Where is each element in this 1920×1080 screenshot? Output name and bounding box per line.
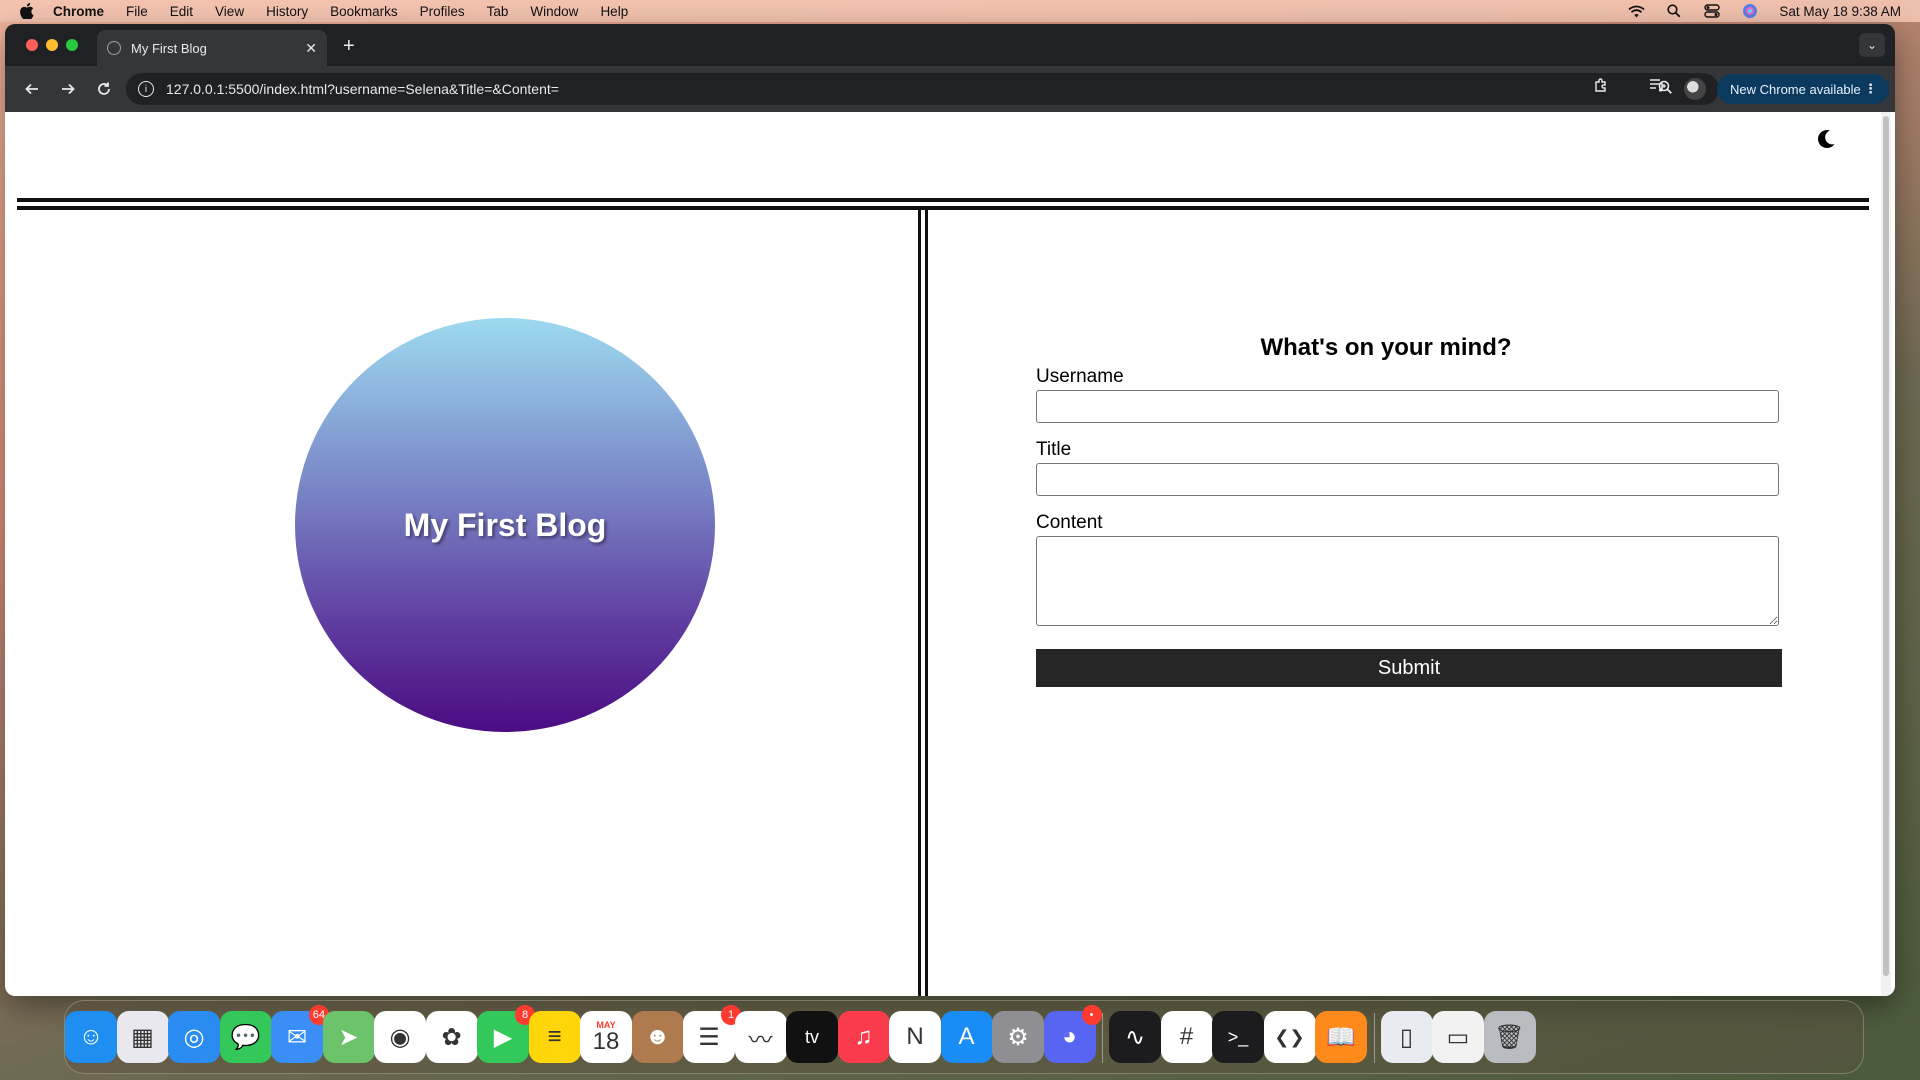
- wifi-icon[interactable]: [1627, 4, 1645, 18]
- siri-icon[interactable]: [1741, 4, 1759, 18]
- reload-icon[interactable]: [89, 74, 119, 104]
- maps-icon[interactable]: ➤: [322, 1011, 375, 1063]
- messages-icon[interactable]: 💬: [219, 1011, 272, 1063]
- dock-separator: [1102, 1013, 1103, 1063]
- menu-edit[interactable]: Edit: [170, 4, 193, 19]
- extensions-puzzle-icon[interactable]: [1593, 78, 1609, 99]
- forward-arrow-icon[interactable]: [53, 74, 83, 104]
- menu-window[interactable]: Window: [530, 4, 578, 19]
- form-heading: What's on your mind?: [1260, 334, 1512, 361]
- browser-toolbar: i 127.0.0.1:5500/index.html?username=Sel…: [5, 66, 1895, 112]
- terminal-icon[interactable]: >_: [1212, 1011, 1264, 1063]
- safari-icon[interactable]: ◎: [168, 1011, 220, 1063]
- document-icon[interactable]: ▯: [1380, 1011, 1433, 1063]
- menu-app-name[interactable]: Chrome: [53, 4, 104, 19]
- title-input[interactable]: [1036, 463, 1779, 496]
- scrollbar-thumb[interactable]: [1883, 116, 1889, 976]
- profile-avatar-icon[interactable]: [1684, 78, 1706, 100]
- username-label: Username: [1036, 366, 1124, 387]
- calendar-day: 18: [592, 1028, 620, 1055]
- dark-mode-moon-icon[interactable]: [1815, 128, 1837, 150]
- window-controls: [26, 39, 78, 51]
- hero-title: My First Blog: [403, 506, 607, 543]
- globe-favicon-icon: [107, 41, 121, 55]
- launchpad-icon[interactable]: ▦: [116, 1011, 169, 1063]
- content-textarea[interactable]: [1036, 536, 1779, 626]
- appstore-icon[interactable]: A: [940, 1011, 993, 1063]
- more-menu-kebab-icon[interactable]: ⋮: [1864, 81, 1877, 97]
- tv-icon[interactable]: tv: [786, 1011, 838, 1063]
- mail-icon[interactable]: ✉ 64: [271, 1005, 329, 1063]
- trash-icon[interactable]: 🗑: [1483, 1011, 1536, 1063]
- apple-logo-icon[interactable]: [19, 3, 35, 19]
- content-label: Content: [1036, 512, 1103, 533]
- back-arrow-icon[interactable]: [17, 74, 47, 104]
- tab-title: My First Blog: [131, 40, 207, 56]
- page-scrollbar[interactable]: [1881, 112, 1891, 996]
- page-viewport: My First Blog What's on your mind? Usern…: [5, 112, 1895, 996]
- column-divider-second: [925, 210, 928, 996]
- username-input[interactable]: [1036, 390, 1779, 423]
- browser-window: My First Blog ✕ + ⌄ i 127.0.0.1:5500/ind…: [5, 24, 1895, 996]
- menu-history[interactable]: History: [266, 4, 308, 19]
- header-divider-second: [17, 206, 1869, 210]
- music-icon[interactable]: ♫: [837, 1011, 890, 1063]
- media-controls-icon[interactable]: [1649, 78, 1665, 96]
- preview-icon[interactable]: ▭: [1432, 1011, 1484, 1063]
- books-icon[interactable]: 📖: [1315, 1011, 1367, 1063]
- freeform-icon[interactable]: 〰: [734, 1011, 787, 1063]
- dock-separator: [1373, 1013, 1375, 1063]
- address-url[interactable]: 127.0.0.1:5500/index.html?username=Selen…: [166, 81, 559, 97]
- contacts-icon[interactable]: ☻: [631, 1011, 684, 1063]
- news-icon[interactable]: N: [889, 1011, 941, 1063]
- menu-bookmarks[interactable]: Bookmarks: [330, 4, 398, 19]
- new-tab-plus-icon[interactable]: +: [343, 35, 355, 58]
- tab-my-first-blog[interactable]: My First Blog ✕: [97, 30, 327, 66]
- title-label: Title: [1036, 439, 1072, 460]
- facetime-icon[interactable]: ▶ 8: [477, 1005, 535, 1063]
- hero-gradient-circle: My First Blog: [295, 318, 715, 732]
- vscode-icon[interactable]: ❮❯: [1263, 1011, 1316, 1063]
- slack-icon[interactable]: #: [1160, 1011, 1213, 1063]
- tab-strip: My First Blog ✕ + ⌄: [5, 24, 1895, 66]
- control-center-icon[interactable]: [1703, 4, 1721, 18]
- notes-icon[interactable]: ≡: [528, 1011, 581, 1063]
- menu-help[interactable]: Help: [600, 4, 628, 19]
- photos-icon[interactable]: ✿: [425, 1011, 478, 1063]
- discord-icon[interactable]: ◕ •: [1043, 1005, 1102, 1063]
- calendar-icon[interactable]: MAY 18: [580, 1011, 632, 1063]
- close-window-button[interactable]: [26, 39, 38, 51]
- minimize-window-button[interactable]: [46, 39, 58, 51]
- menu-view[interactable]: View: [215, 4, 244, 19]
- macos-menu-bar: Chrome File Edit View History Bookmarks …: [0, 0, 1920, 22]
- spotlight-search-icon[interactable]: [1665, 4, 1683, 18]
- notification-badge: •: [1081, 1005, 1102, 1025]
- zoom-window-button[interactable]: [66, 39, 78, 51]
- macos-dock: ☺ ▦ ◎ 💬 ✉ 64 ➤ ◉ ✿ ▶ 8 ≡ MAY 18 ☻ ☰ 1 〰 tv ♫ N A ⚙ ◕ • ∿ # >_ ❮❯ 📖 ▯ ▭ 🗑: [64, 1000, 1864, 1074]
- menubar-datetime[interactable]: Sat May 18 9:38 AM: [1779, 4, 1901, 19]
- finder-icon[interactable]: ☺: [65, 1011, 117, 1063]
- reminders-icon[interactable]: ☰ 1: [683, 1005, 741, 1063]
- header-divider: [17, 198, 1869, 202]
- blog-post-form: What's on your mind? Username Title Cont…: [1036, 334, 1786, 687]
- menu-file[interactable]: File: [126, 4, 148, 19]
- submit-button[interactable]: Submit: [1036, 649, 1782, 687]
- new-chrome-available-button[interactable]: New Chrome available ⋮: [1717, 74, 1889, 104]
- tab-search-chevron-icon[interactable]: ⌄: [1859, 33, 1885, 57]
- update-label: New Chrome available: [1730, 81, 1861, 97]
- column-divider: [918, 210, 921, 996]
- address-bar[interactable]: i 127.0.0.1:5500/index.html?username=Sel…: [126, 73, 1719, 105]
- settings-icon[interactable]: ⚙: [992, 1011, 1044, 1063]
- menu-tab[interactable]: Tab: [487, 4, 509, 19]
- site-info-icon[interactable]: i: [138, 81, 154, 97]
- tab-close-icon[interactable]: ✕: [305, 40, 317, 57]
- chrome-icon[interactable]: ◉: [374, 1011, 426, 1063]
- activity-monitor-icon[interactable]: ∿: [1109, 1011, 1161, 1063]
- menu-profiles[interactable]: Profiles: [420, 4, 465, 19]
